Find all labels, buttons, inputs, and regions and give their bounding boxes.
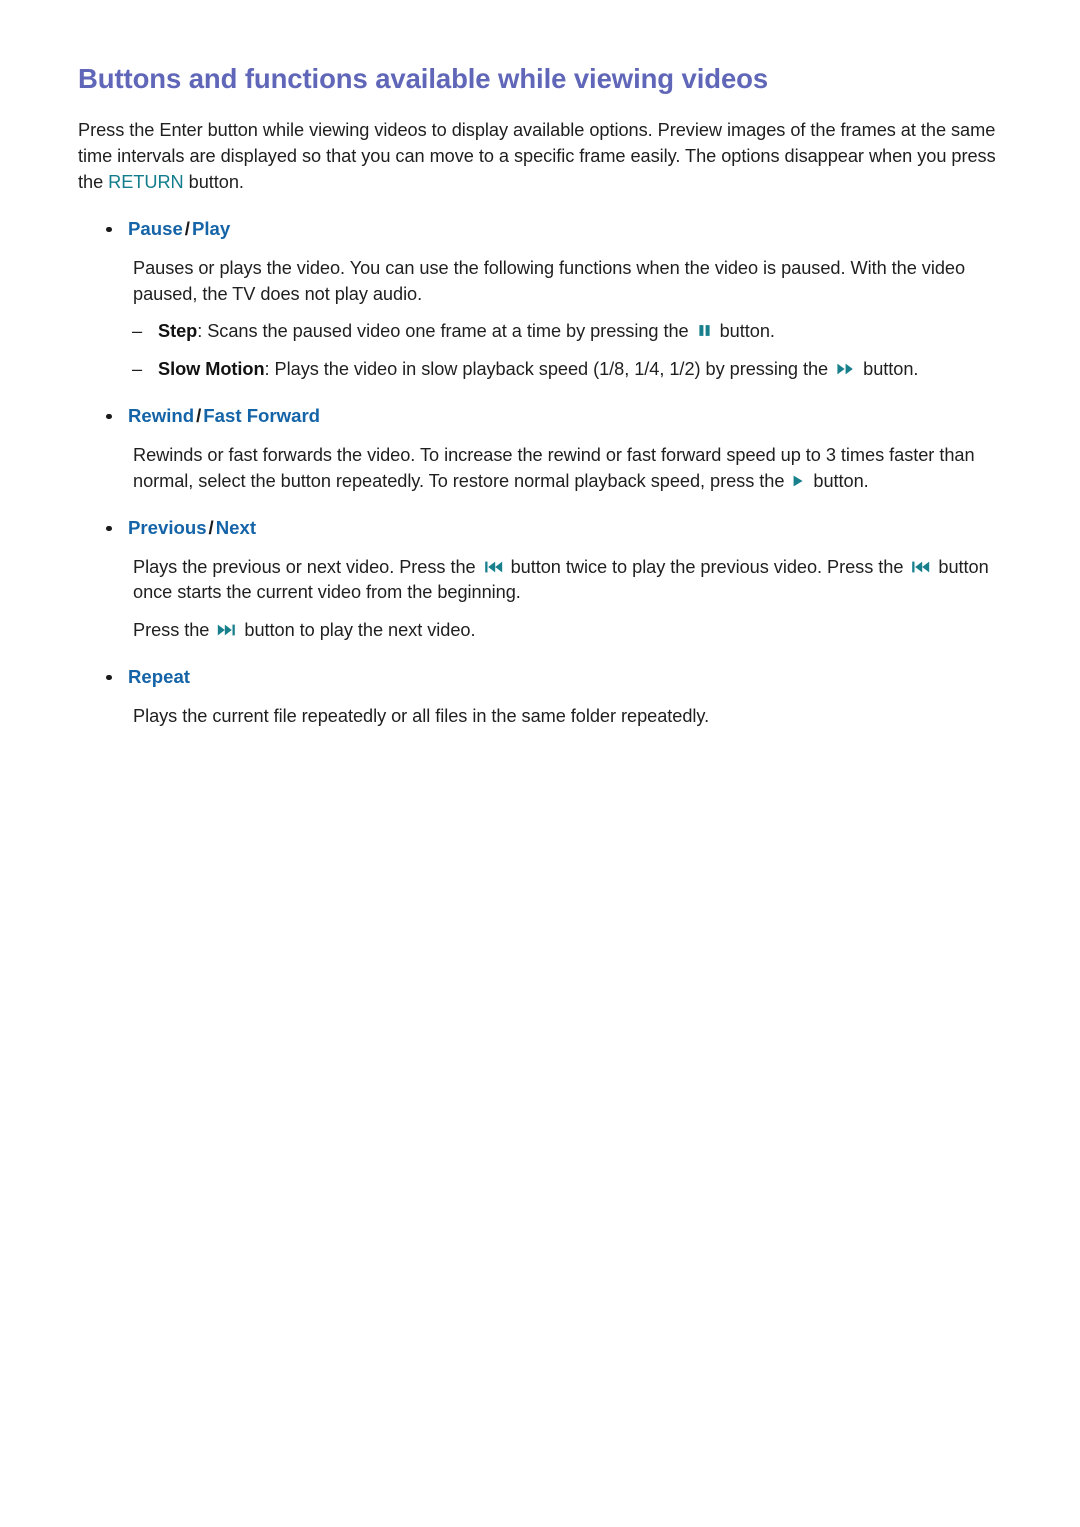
section-body-rewind-fast-forward: Rewinds or fast forwards the video. To i… [78, 443, 1020, 495]
section-previous-next: Previous / Next Plays the previous or next… [78, 515, 1020, 644]
previous-icon [484, 560, 503, 574]
bullet-dot-icon [106, 525, 112, 532]
heading-term-play: Play [191, 217, 231, 239]
sub-item-text-slow-after: button. [858, 359, 919, 380]
heading-term-previous: Previous [128, 516, 207, 538]
sub-item-text-step-before: : Scans the paused video one frame at a … [197, 321, 694, 342]
intro-paragraph: Press the Enter button while viewing vid… [78, 118, 1013, 195]
section-body-previous-next-1: Plays the previous or next video. Press … [78, 555, 1020, 607]
section-repeat: Repeat Plays the current file repeatedly… [78, 664, 1020, 730]
body-text-next-b: button to play the next video. [239, 620, 476, 641]
sections-list: Pause / Play Pauses or plays the video. Yo… [78, 216, 1020, 730]
heading-separator: / [196, 404, 202, 426]
section-heading-previous-next: Previous / Next [78, 515, 1020, 541]
previous-icon [911, 560, 930, 574]
sub-item-label-slow-motion: Slow Motion [158, 359, 265, 380]
section-pause-play: Pause / Play Pauses or plays the video. Yo… [78, 216, 1020, 383]
heading-term-rewind: Rewind [128, 404, 195, 426]
heading-term-pause: Pause [128, 217, 183, 239]
section-body-previous-next-2: Press the button to play the next video. [78, 618, 1020, 644]
heading-term-repeat: Repeat [128, 665, 191, 687]
body-text-next-a: Press the [133, 620, 215, 641]
sub-item-step: – Step: Scans the paused video one frame … [78, 319, 1020, 345]
body-text-prev-a: Plays the previous or next video. Press … [133, 556, 481, 577]
body-text-prev-b: button twice to play the previous video.… [505, 556, 909, 577]
section-heading-rewind-fast-forward: Rewind / Fast Forward [78, 403, 1020, 429]
heading-separator: / [208, 516, 214, 538]
intro-text-part2: button. [183, 171, 244, 192]
sub-item-text-slow-before: : Plays the video in slow playback speed… [264, 359, 834, 380]
heading-separator: / [184, 217, 190, 239]
pause-icon [697, 323, 712, 338]
sub-item-text-step-after: button. [714, 321, 775, 342]
bullet-dot-icon [106, 226, 112, 233]
sub-item-dash-marker: – [132, 359, 143, 380]
bullet-dot-icon [106, 413, 112, 420]
section-body-repeat: Plays the current file repeatedly or all… [133, 705, 710, 726]
section-body-pause-play: Pauses or plays the video. You can use t… [133, 257, 966, 304]
fast-forward-icon [836, 362, 855, 376]
sub-item-slow-motion: – Slow Motion: Plays the video in slow pl… [78, 357, 1020, 383]
section-heading-pause-play: Pause / Play [78, 216, 1020, 242]
page-title: Buttons and functions available while vi… [78, 63, 769, 94]
sub-item-label-step: Step [158, 321, 198, 342]
body-text-after-play-icon: button. [808, 470, 869, 491]
sub-item-dash-marker: – [132, 321, 143, 342]
return-keyword: RETURN [108, 171, 184, 192]
section-rewind-fast-forward: Rewind / Fast Forward Rewinds or fast forw… [78, 403, 1020, 495]
heading-term-fast-forward: Fast Forward [203, 404, 321, 426]
next-icon [217, 623, 236, 637]
bullet-dot-icon [106, 674, 112, 681]
section-heading-repeat: Repeat [78, 664, 1020, 690]
document-page: Buttons and functions available while vi… [0, 0, 1080, 1527]
play-icon [792, 474, 805, 488]
heading-term-next: Next [215, 516, 257, 538]
